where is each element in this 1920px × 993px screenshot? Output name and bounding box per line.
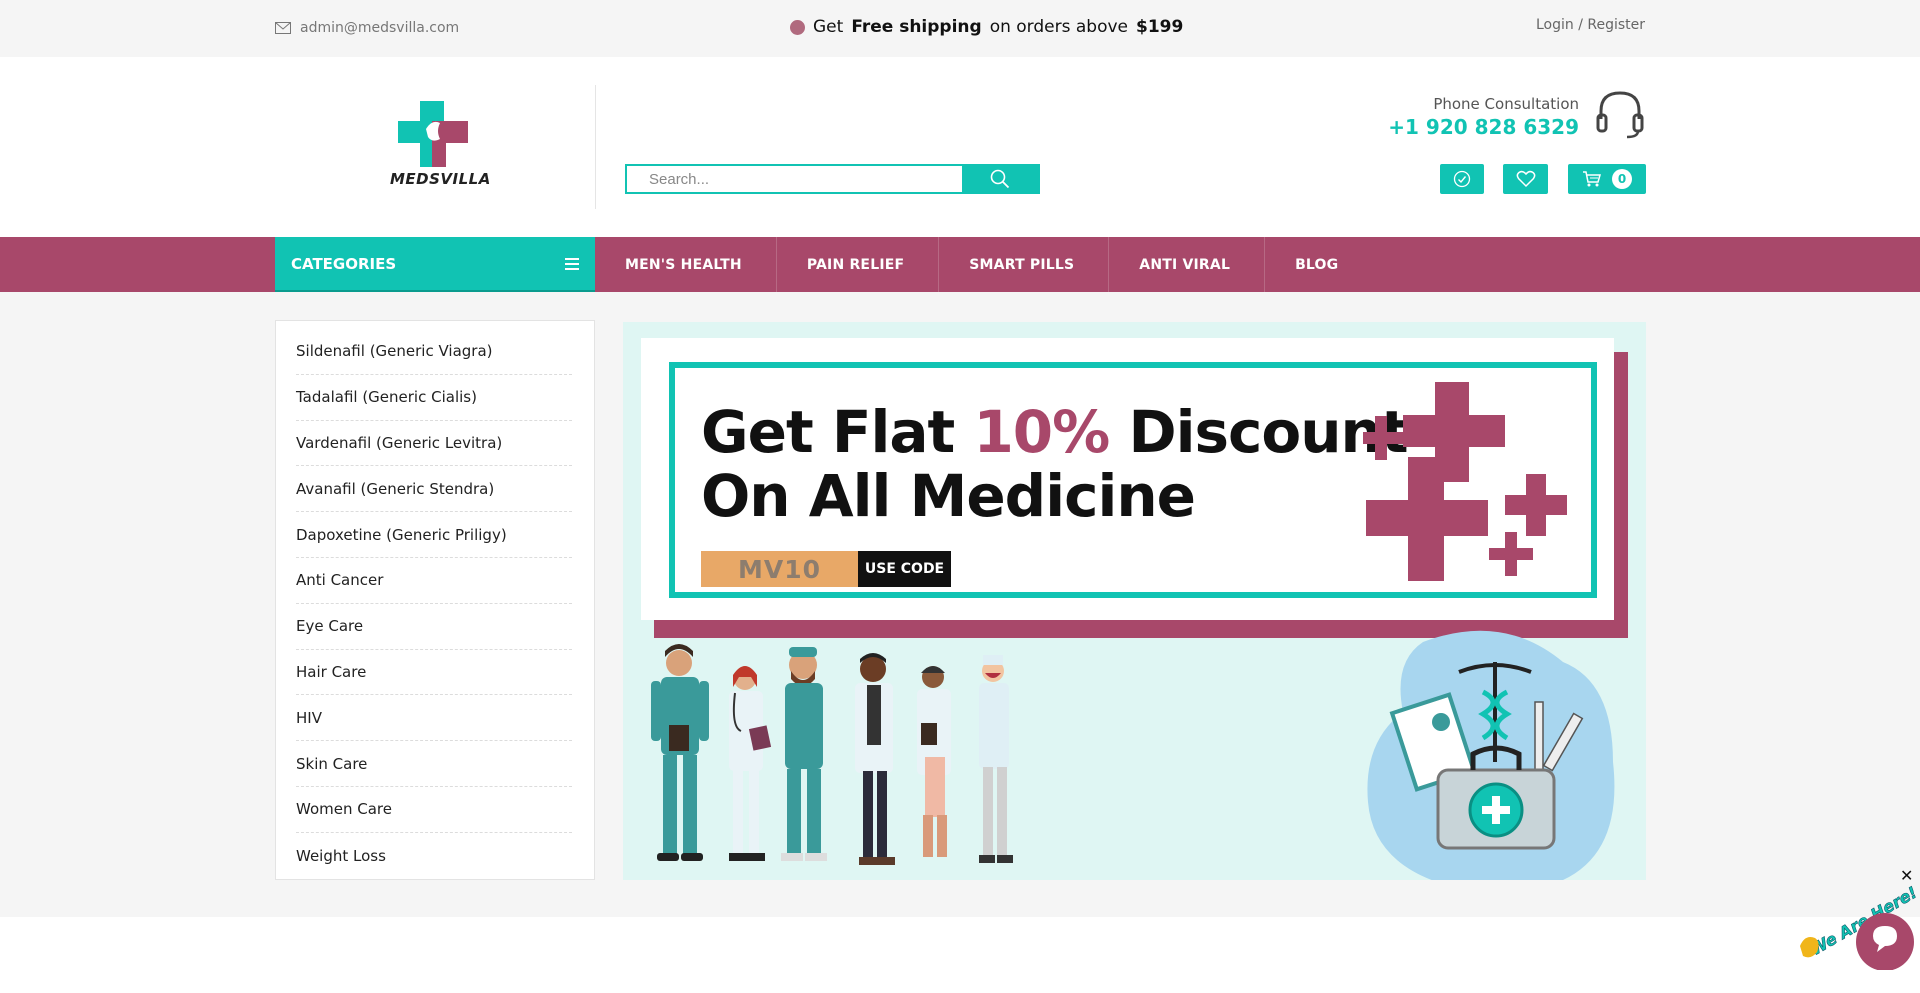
nav-pain-relief[interactable]: PAIN RELIEF xyxy=(777,237,940,292)
contact-email[interactable]: admin@medsvilla.com xyxy=(275,20,459,36)
top-bar: admin@medsvilla.com Get Free shipping on… xyxy=(0,0,1920,57)
banner-headline: Get Flat 10% Discount On All Medicine xyxy=(701,398,1409,530)
coupon-code-box: MV10 USE CODE xyxy=(701,551,951,587)
category-item[interactable]: Weight Loss xyxy=(296,833,572,879)
consult-label: Phone Consultation xyxy=(1433,95,1579,113)
medical-kit-illustration xyxy=(1367,630,1615,880)
main-content: Sildenafil (Generic Viagra) Tadalafil (G… xyxy=(0,292,1920,993)
email-text: admin@medsvilla.com xyxy=(300,20,460,36)
medical-staff-illustration xyxy=(651,644,1013,865)
chat-bubble-icon: We Are Here! xyxy=(1800,882,1920,971)
nav-blog[interactable]: BLOG xyxy=(1265,237,1372,292)
medical-crosses-illustration xyxy=(1363,382,1567,581)
check-circle-icon xyxy=(1453,170,1471,188)
medsvilla-cross-icon xyxy=(398,101,468,167)
category-item[interactable]: Women Care xyxy=(296,787,572,833)
headline-percent: 10% xyxy=(973,398,1110,466)
nav-items: MEN'S HEALTH PAIN RELIEF SMART PILLS ANT… xyxy=(595,237,1372,292)
promo-prefix: Get xyxy=(813,17,844,37)
consult-phone[interactable]: +1 920 828 6329 xyxy=(1388,115,1579,139)
logo-wordmark: MEDSVILLA xyxy=(390,170,491,188)
category-item[interactable]: Skin Care xyxy=(296,741,572,787)
nav-anti-viral[interactable]: ANTI VIRAL xyxy=(1109,237,1266,292)
category-item[interactable]: Tadalafil (Generic Cialis) xyxy=(296,375,572,421)
category-item[interactable]: Anti Cancer xyxy=(296,558,572,604)
shipping-promo: Get Free shipping on orders above $199 xyxy=(790,17,1183,37)
promo-bold: Free shipping xyxy=(851,17,982,37)
headset-icon xyxy=(1595,89,1645,145)
headline-line2: On All Medicine xyxy=(701,462,1196,530)
headline-part-a: Get Flat xyxy=(701,398,955,466)
login-register-link[interactable]: Login / Register xyxy=(1536,17,1645,33)
header-divider xyxy=(595,85,596,209)
promo-middle: on orders above xyxy=(989,17,1128,37)
promo-amount: $199 xyxy=(1136,17,1184,37)
category-item[interactable]: Eye Care xyxy=(296,604,572,650)
category-item[interactable]: Dapoxetine (Generic Priligy) xyxy=(296,512,572,558)
categories-label: CATEGORIES xyxy=(291,254,397,273)
category-list: Sildenafil (Generic Viagra) Tadalafil (G… xyxy=(275,320,595,880)
cart-icon xyxy=(1583,171,1601,187)
nav-smart-pills[interactable]: SMART PILLS xyxy=(939,237,1110,292)
wishlist-button[interactable] xyxy=(1503,164,1548,194)
heart-icon xyxy=(1516,170,1535,188)
coupon-code: MV10 xyxy=(701,551,858,587)
category-item[interactable]: HIV xyxy=(296,695,572,742)
cart-count-badge: 0 xyxy=(1612,169,1632,189)
menu-icon xyxy=(565,257,579,270)
phone-consultation: Phone Consultation +1 920 828 6329 xyxy=(1388,95,1579,139)
category-item[interactable]: Sildenafil (Generic Viagra) xyxy=(296,329,572,375)
mail-icon xyxy=(275,22,291,34)
site-header: MEDSVILLA Phone Consultation +1 920 828 … xyxy=(0,57,1920,237)
cart-button[interactable]: 0 xyxy=(1568,164,1646,194)
promo-banner[interactable]: Get Flat 10% Discount On All Medicine MV… xyxy=(623,322,1646,880)
nav-mens-health[interactable]: MEN'S HEALTH xyxy=(595,237,777,292)
category-item[interactable]: Avanafil (Generic Stendra) xyxy=(296,466,572,513)
search-input[interactable] xyxy=(627,166,962,192)
lower-section xyxy=(0,917,1920,993)
use-code-label: USE CODE xyxy=(858,551,951,587)
promo-dot-icon xyxy=(790,19,805,35)
main-nav: CATEGORIES MEN'S HEALTH PAIN RELIEF SMAR… xyxy=(0,237,1920,292)
search-icon xyxy=(990,169,1010,189)
chat-widget[interactable]: We Are Here! xyxy=(1795,880,1920,974)
category-item[interactable]: Hair Care xyxy=(296,650,572,696)
compare-button[interactable] xyxy=(1440,164,1484,194)
categories-button[interactable]: CATEGORIES xyxy=(275,237,595,292)
search-bar xyxy=(625,164,1040,194)
category-item[interactable]: Vardenafil (Generic Levitra) xyxy=(296,421,572,467)
search-button[interactable] xyxy=(962,166,1038,192)
